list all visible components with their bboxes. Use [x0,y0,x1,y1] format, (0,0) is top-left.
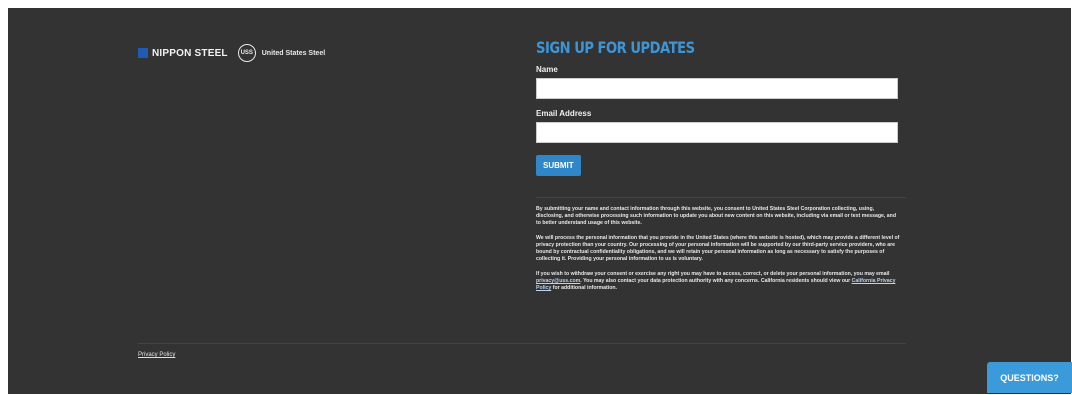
legal-paragraph: If you wish to withdraw your consent or … [536,271,900,292]
email-label: Email Address [536,109,592,118]
nippon-steel-logo: NIPPON STEEL [152,47,228,59]
legal-text: . You may also contact your data protect… [580,278,852,284]
privacy-policy-link[interactable]: Privacy Policy [138,352,175,358]
legal-text: for additional information. [551,285,618,291]
divider [536,197,906,198]
united-states-steel-logo: United States Steel [261,49,326,57]
nippon-steel-logo-mark [138,48,148,58]
privacy-email-link[interactable]: privacy@uss.com [536,278,580,284]
legal-paragraph: By submitting your name and contact info… [536,206,897,226]
legal-text: If you wish to withdraw your consent or … [536,271,890,277]
uss-logo-badge: USS [237,44,256,62]
email-input[interactable] [536,122,898,143]
footer-divider [138,343,906,344]
name-input[interactable] [536,78,898,99]
name-label: Name [536,65,558,74]
questions-button[interactable]: QUESTIONS? [987,362,1072,393]
submit-button[interactable]: SUBMIT [536,155,581,176]
legal-disclaimer: By submitting your name and contact info… [536,206,900,300]
signup-heading: SIGN UP FOR UPDATES [536,38,695,57]
signup-form: SIGN UP FOR UPDATES Name Email Address S… [536,38,906,176]
brand-logos: NIPPON STEEL USS United States Steel [138,42,325,64]
legal-paragraph: We will process the personal information… [536,235,900,262]
